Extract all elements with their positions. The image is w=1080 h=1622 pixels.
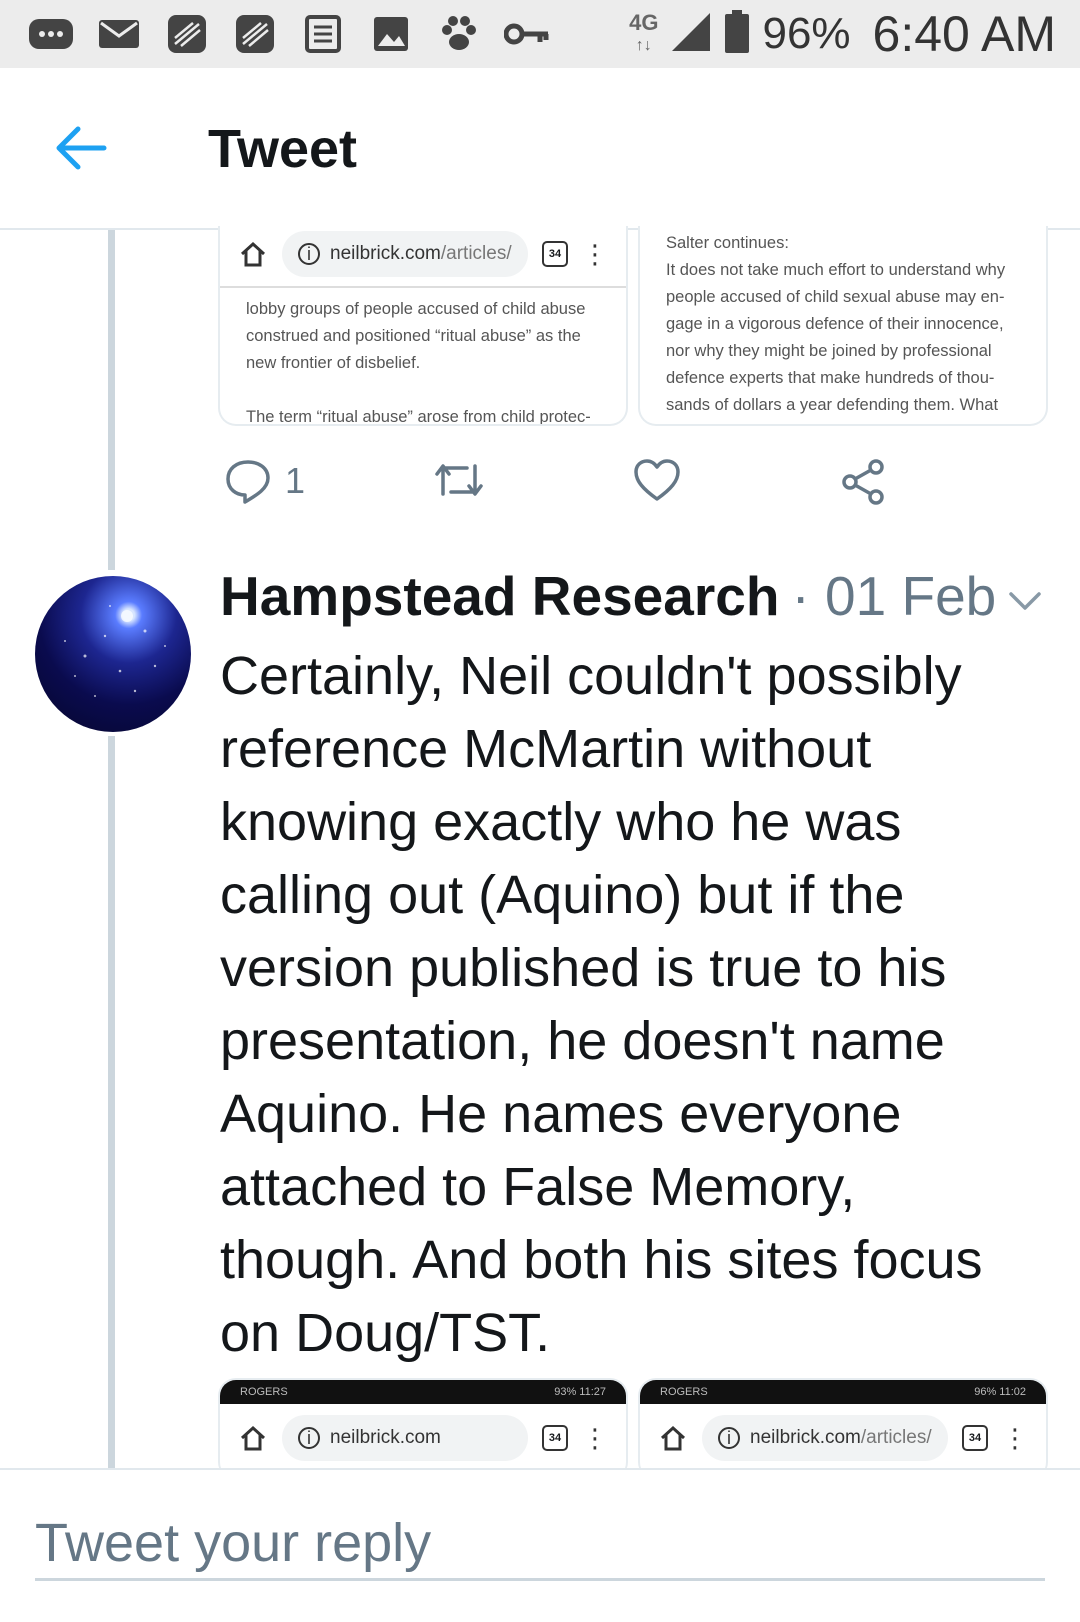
battery-icon xyxy=(724,9,750,59)
reply-input[interactable] xyxy=(35,1508,1045,1581)
news-icon xyxy=(300,15,346,53)
tabs-count-icon: 34 xyxy=(962,1425,988,1451)
phone-status-bar: ROGERS 96% 11:02 xyxy=(640,1380,1046,1404)
page-title: Tweet xyxy=(208,119,358,179)
browser-url-bar: i neilbrick.com/articles/ 34 ⋮ xyxy=(640,1404,1046,1472)
clock: 6:40 AM xyxy=(872,6,1056,62)
tweet-media-right[interactable]: ROGERS 96% 11:02 i neilbrick.com/articles… xyxy=(638,1378,1048,1480)
avatar[interactable] xyxy=(35,576,191,732)
author-name[interactable]: Hampstead Research xyxy=(220,564,779,628)
more-vert-icon: ⋮ xyxy=(582,239,608,269)
reply-bar xyxy=(0,1468,1080,1622)
tweet-actions: 1 xyxy=(215,440,995,520)
avatar-image xyxy=(64,605,166,697)
notification-icons xyxy=(0,15,550,53)
retweet-icon xyxy=(435,464,483,496)
chevron-down-icon xyxy=(1009,592,1041,610)
more-vert-icon: ⋮ xyxy=(1002,1423,1028,1453)
tabs-count-icon: 34 xyxy=(542,1425,568,1451)
info-icon: i xyxy=(718,1427,740,1449)
mail-icon xyxy=(96,15,142,53)
back-button[interactable] xyxy=(52,118,112,178)
message-icon xyxy=(28,15,74,53)
signal-icon xyxy=(670,11,712,58)
battery-percent: 96% xyxy=(762,9,851,58)
browser-url-bar: i neilbrick.com 34 ⋮ xyxy=(220,1404,626,1472)
thread-line-bottom xyxy=(108,736,115,1468)
blackberry-icon xyxy=(164,15,210,53)
arrow-left-icon xyxy=(56,126,107,170)
url-field: i neilbrick.com/articles/ xyxy=(282,231,528,277)
home-icon xyxy=(240,241,266,267)
heart-icon xyxy=(634,459,680,501)
thread-line-top xyxy=(108,230,115,570)
reply-count: 1 xyxy=(285,460,306,501)
app-header: Tweet xyxy=(0,68,1080,230)
home-icon xyxy=(660,1425,686,1451)
url-field: i neilbrick.com/articles/ xyxy=(702,1415,948,1461)
article-text: Salter continues: It does not take much … xyxy=(666,234,1006,414)
tweet-menu-button[interactable] xyxy=(1005,580,1045,620)
paw-icon xyxy=(436,15,482,53)
key-icon xyxy=(504,15,550,53)
tabs-count-icon: 34 xyxy=(542,241,568,267)
home-icon xyxy=(240,1425,266,1451)
media-card-left[interactable]: i neilbrick.com/articles/ 34 ⋮ lobby gro… xyxy=(218,226,628,426)
info-icon: i xyxy=(298,1427,320,1449)
browser-url-bar: i neilbrick.com/articles/ 34 ⋮ xyxy=(220,226,626,282)
status-bar: 4G ↑↓ 96% 6:40 AM xyxy=(0,0,1080,68)
blackberry-icon xyxy=(232,15,278,53)
phone-status-bar: ROGERS 93% 11:27 xyxy=(220,1380,626,1404)
info-icon: i xyxy=(298,243,320,265)
like-button[interactable] xyxy=(633,458,681,502)
reply-button[interactable]: 1 xyxy=(225,458,305,504)
image-icon xyxy=(368,15,414,53)
reply-icon xyxy=(226,460,270,504)
network-type-icon: 4G ↑↓ xyxy=(629,9,659,54)
tweet-date: · 01 Feb xyxy=(791,565,997,627)
tweet-header: Hampstead Research · 01 Feb xyxy=(220,564,996,628)
media-card-right[interactable]: Salter continues: It does not take much … xyxy=(638,226,1048,426)
share-icon xyxy=(842,459,884,505)
more-vert-icon: ⋮ xyxy=(582,1423,608,1453)
tweet-text: Certainly, Neil couldn't possibly refere… xyxy=(220,646,983,1363)
status-right: 4G ↑↓ 96% 6:40 AM xyxy=(629,0,1056,68)
share-button[interactable] xyxy=(840,458,888,506)
article-text: lobby groups of people accused of child … xyxy=(246,300,591,426)
tweet-media-left[interactable]: ROGERS 93% 11:27 i neilbrick.com 34 ⋮ xyxy=(218,1378,628,1480)
url-field: i neilbrick.com xyxy=(282,1415,528,1461)
retweet-button[interactable] xyxy=(433,460,485,500)
